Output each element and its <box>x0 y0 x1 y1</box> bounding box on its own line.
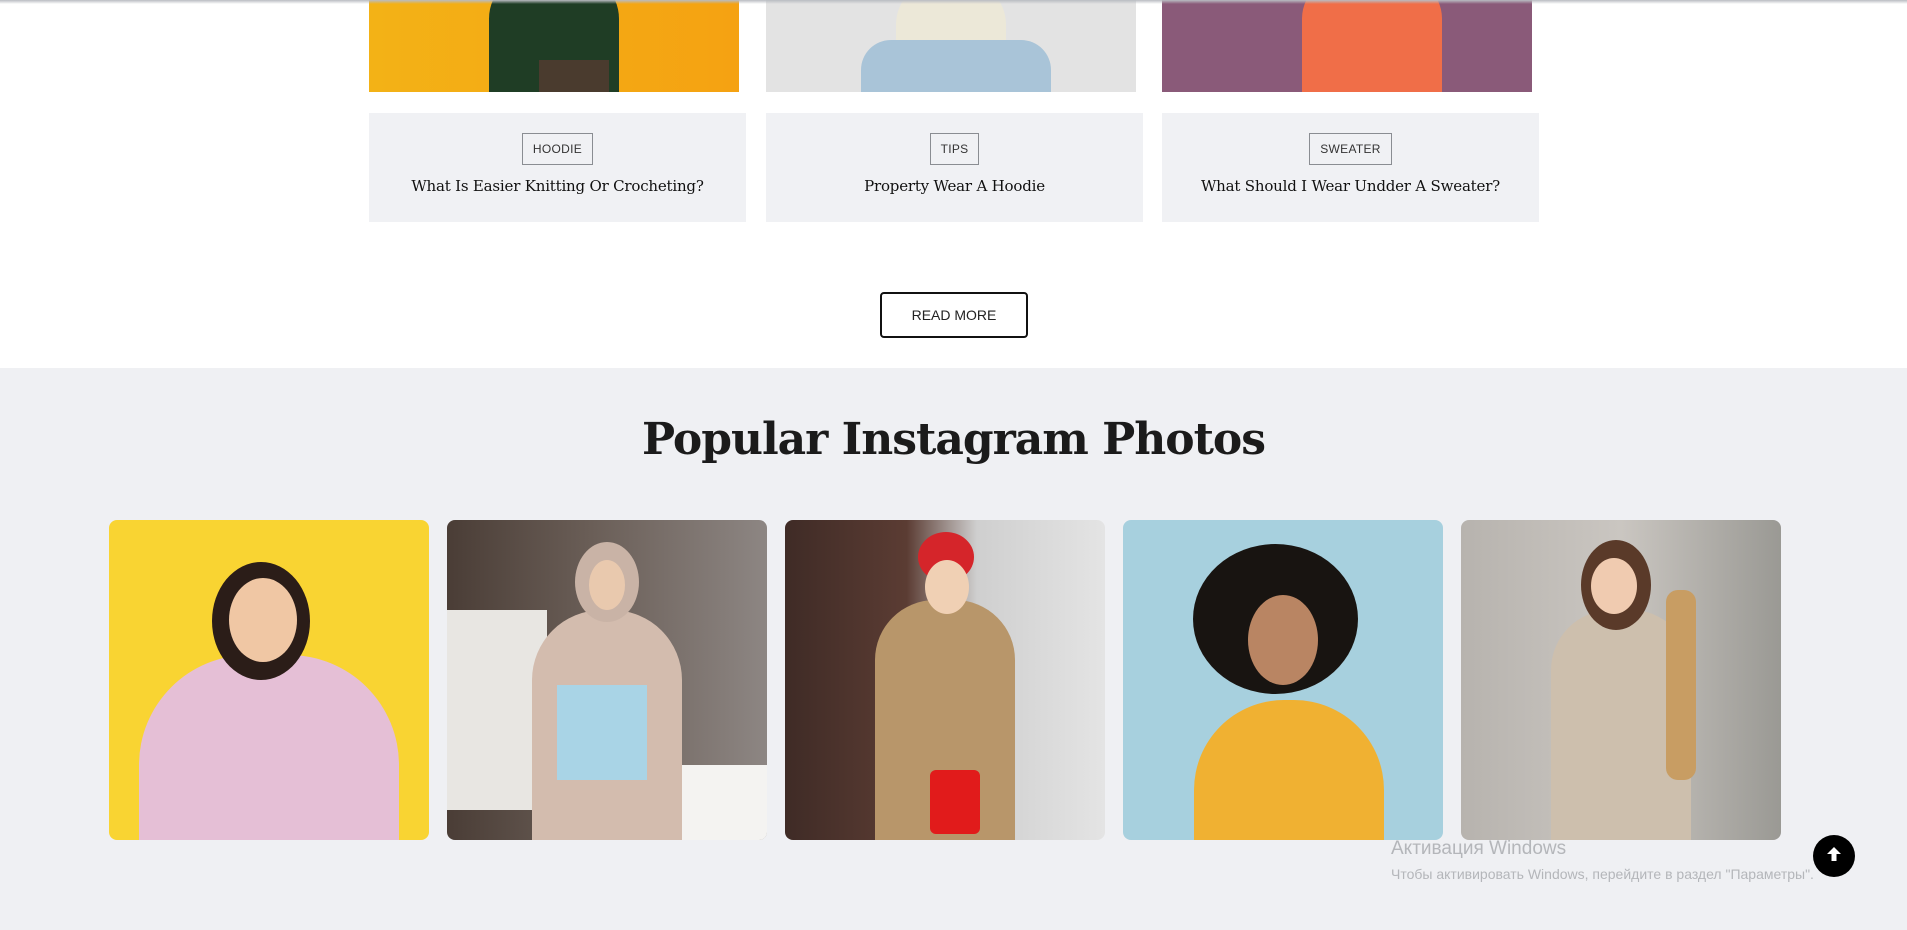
post-image[interactable] <box>766 0 1136 92</box>
activation-message: Чтобы активировать Windows, перейдите в … <box>1391 866 1814 882</box>
instagram-photo[interactable] <box>785 520 1105 840</box>
instagram-photo[interactable] <box>447 520 767 840</box>
section-title: Popular Instagram Photos <box>641 414 1266 465</box>
post-title[interactable]: Property Wear A Hoodie <box>766 177 1143 195</box>
top-shadow <box>0 0 1907 4</box>
instagram-photo[interactable] <box>1461 520 1781 840</box>
post-tag[interactable]: SWEATER <box>1309 133 1392 165</box>
instagram-photo[interactable] <box>109 520 429 840</box>
post-tag[interactable]: TIPS <box>929 133 980 165</box>
read-more-button[interactable]: READ MORE <box>880 292 1028 338</box>
post-card: TIPS Property Wear A Hoodie <box>766 113 1143 222</box>
post-card: HOODIE What Is Easier Knitting Or Croche… <box>369 113 746 222</box>
post-title[interactable]: What Is Easier Knitting Or Crocheting? <box>369 177 746 195</box>
scroll-to-top-button[interactable] <box>1813 835 1855 877</box>
arrow-up-icon <box>1824 844 1844 869</box>
instagram-photo[interactable] <box>1123 520 1443 840</box>
activation-title: Активация Windows <box>1391 838 1567 859</box>
post-title[interactable]: What Should I Wear Undder A Sweater? <box>1162 177 1539 195</box>
post-tag[interactable]: HOODIE <box>521 133 594 165</box>
post-image[interactable] <box>369 0 739 92</box>
post-card: SWEATER What Should I Wear Undder A Swea… <box>1162 113 1539 222</box>
windows-activation-watermark: Активация Windows Чтобы активировать Win… <box>1391 838 1814 882</box>
post-image[interactable] <box>1162 0 1532 92</box>
blog-section: HOODIE What Is Easier Knitting Or Croche… <box>0 0 1907 368</box>
